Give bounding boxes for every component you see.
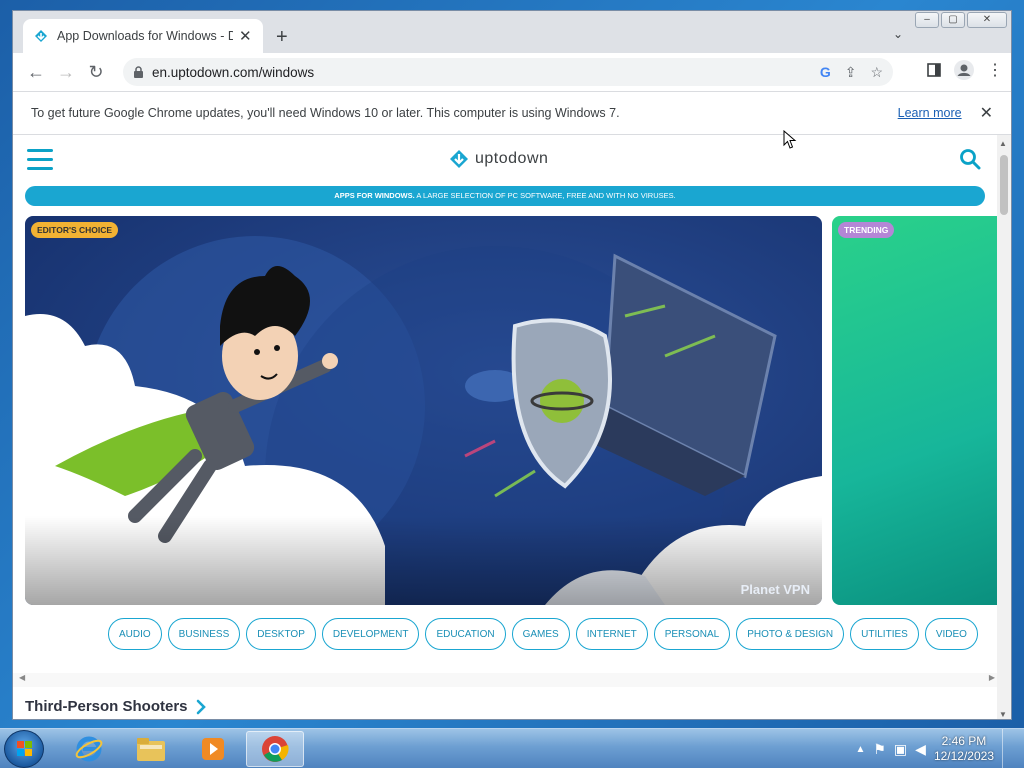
hero-illustration — [25, 216, 822, 605]
horizontal-scrollbar[interactable]: ◀ ▶ — [13, 673, 999, 687]
forward-icon[interactable]: → — [51, 57, 81, 87]
learn-more-link[interactable]: Learn more — [898, 106, 962, 120]
category-video[interactable]: VIDEO — [924, 618, 978, 650]
tray-expand-icon[interactable]: ▲ — [855, 744, 865, 755]
tab-strip: App Downloads for Windows - D ✕ + ⌄ – ▢ … — [13, 11, 1011, 53]
chevron-right-icon[interactable] — [196, 699, 206, 715]
banner-text: A LARGE SELECTION OF PC SOFTWARE, FREE A… — [414, 191, 676, 200]
lock-icon[interactable] — [133, 65, 144, 79]
media-player-icon — [202, 738, 224, 760]
share-icon[interactable]: ⇪ — [845, 64, 857, 81]
vertical-scrollbar[interactable]: ▲ ▼ — [997, 135, 1011, 719]
editors-choice-badge: EDITOR'S CHOICE — [31, 222, 119, 238]
chrome-window: App Downloads for Windows - D ✕ + ⌄ – ▢ … — [12, 10, 1012, 720]
google-translate-icon[interactable]: G — [820, 64, 831, 80]
category-games[interactable]: GAMES — [511, 618, 570, 650]
clock[interactable]: 2:46 PM 12/12/2023 — [934, 734, 994, 764]
taskbar-media-player[interactable] — [184, 731, 242, 767]
address-bar[interactable]: en.uptodown.com/windows G ⇪ ☆ — [123, 58, 893, 86]
taskbar-file-explorer[interactable] — [122, 731, 180, 767]
taskbar-internet-explorer[interactable] — [60, 731, 118, 767]
infobar-message: To get future Google Chrome updates, you… — [31, 106, 620, 120]
banner-bold-text: APPS FOR WINDOWS. — [334, 191, 415, 200]
chrome-menu-icon[interactable]: ⋮ — [987, 60, 1003, 80]
web-page: uptodown APPS FOR WINDOWS. A LARGE SELEC… — [13, 135, 999, 719]
internet-explorer-icon — [75, 736, 103, 762]
category-utilities[interactable]: UTILITIES — [850, 618, 919, 650]
category-audio[interactable]: AUDIO — [108, 618, 162, 650]
windows-logo-icon — [17, 741, 32, 756]
new-tab-button[interactable]: + — [276, 26, 288, 49]
clock-date: 12/12/2023 — [933, 749, 994, 763]
update-infobar: To get future Google Chrome updates, you… — [13, 91, 1011, 135]
tab-title: App Downloads for Windows - D — [57, 29, 233, 43]
category-internet[interactable]: INTERNET — [575, 618, 648, 650]
chrome-icon — [262, 736, 289, 762]
category-photo-design[interactable]: PHOTO & DESIGN — [736, 618, 845, 650]
reload-icon[interactable]: ↻ — [81, 57, 111, 87]
scroll-up-icon[interactable]: ▲ — [999, 139, 1007, 148]
back-icon[interactable]: ← — [21, 57, 51, 87]
hero-caption: Planet VPN — [740, 582, 810, 597]
volume-icon[interactable]: ◀ — [915, 741, 926, 758]
infobar-close-icon[interactable]: ✕ — [980, 103, 993, 123]
network-icon[interactable]: ▣ — [894, 741, 907, 758]
show-desktop-button[interactable] — [1002, 729, 1014, 768]
trending-badge: TRENDING — [838, 222, 895, 238]
search-icon[interactable] — [959, 148, 981, 170]
category-business[interactable]: BUSINESS — [167, 618, 241, 650]
scroll-left-icon[interactable]: ◀ — [19, 673, 25, 682]
browser-toolbar: ← → ↻ en.uptodown.com/windows G ⇪ ☆ ⋮ — [13, 53, 1011, 91]
section-heading[interactable]: Third-Person Shooters — [25, 698, 206, 715]
site-logo[interactable]: uptodown — [449, 149, 548, 169]
site-header: uptodown — [13, 135, 999, 185]
category-education[interactable]: EDUCATION — [425, 618, 506, 650]
system-tray: ▲ ⚑ ▣ ◀ 2:46 PM 12/12/2023 — [855, 729, 1024, 768]
scrollbar-thumb[interactable] — [1000, 155, 1008, 215]
start-button[interactable] — [4, 730, 44, 768]
restore-button[interactable]: ▢ — [941, 12, 965, 28]
url-text[interactable]: en.uptodown.com/windows — [152, 65, 314, 80]
scroll-right-icon[interactable]: ▶ — [989, 673, 995, 682]
window-controls: – ▢ ✕ — [915, 12, 1007, 28]
close-window-button[interactable]: ✕ — [967, 12, 1007, 28]
hamburger-menu-icon[interactable] — [27, 149, 53, 171]
uptodown-logo-icon — [450, 150, 468, 168]
section-title-text: Third-Person Shooters — [25, 698, 188, 715]
tab-search-icon[interactable]: ⌄ — [893, 27, 903, 41]
trending-card[interactable]: TRENDING — [832, 216, 999, 605]
logo-text: uptodown — [475, 150, 549, 167]
profile-avatar-icon[interactable] — [953, 59, 975, 81]
tab-close-icon[interactable]: ✕ — [239, 27, 252, 45]
taskbar: ▲ ⚑ ▣ ◀ 2:46 PM 12/12/2023 — [0, 728, 1024, 768]
category-development[interactable]: DEVELOPMENT — [321, 618, 420, 650]
tab-uptodown[interactable]: App Downloads for Windows - D ✕ — [23, 19, 263, 53]
folder-icon — [137, 738, 165, 761]
category-personal[interactable]: PERSONAL — [653, 618, 731, 650]
clock-time: 2:46 PM — [941, 734, 987, 748]
mouse-cursor-icon — [783, 130, 797, 149]
scroll-down-icon[interactable]: ▼ — [999, 710, 1007, 719]
bookmark-star-icon[interactable]: ☆ — [870, 64, 883, 81]
category-bar: AUDIO BUSINESS DESKTOP DEVELOPMENT EDUCA… — [108, 618, 978, 650]
category-desktop[interactable]: DESKTOP — [246, 618, 316, 650]
minimize-button[interactable]: – — [915, 12, 939, 28]
uptodown-favicon-icon — [35, 30, 47, 42]
side-panel-icon[interactable] — [927, 63, 941, 77]
promo-banner[interactable]: APPS FOR WINDOWS. A LARGE SELECTION OF P… — [25, 186, 985, 206]
taskbar-chrome[interactable] — [246, 731, 304, 767]
featured-hero-card[interactable]: EDITOR'S CHOICE Planet VPN — [25, 216, 822, 605]
action-center-icon[interactable]: ⚑ — [873, 741, 886, 758]
